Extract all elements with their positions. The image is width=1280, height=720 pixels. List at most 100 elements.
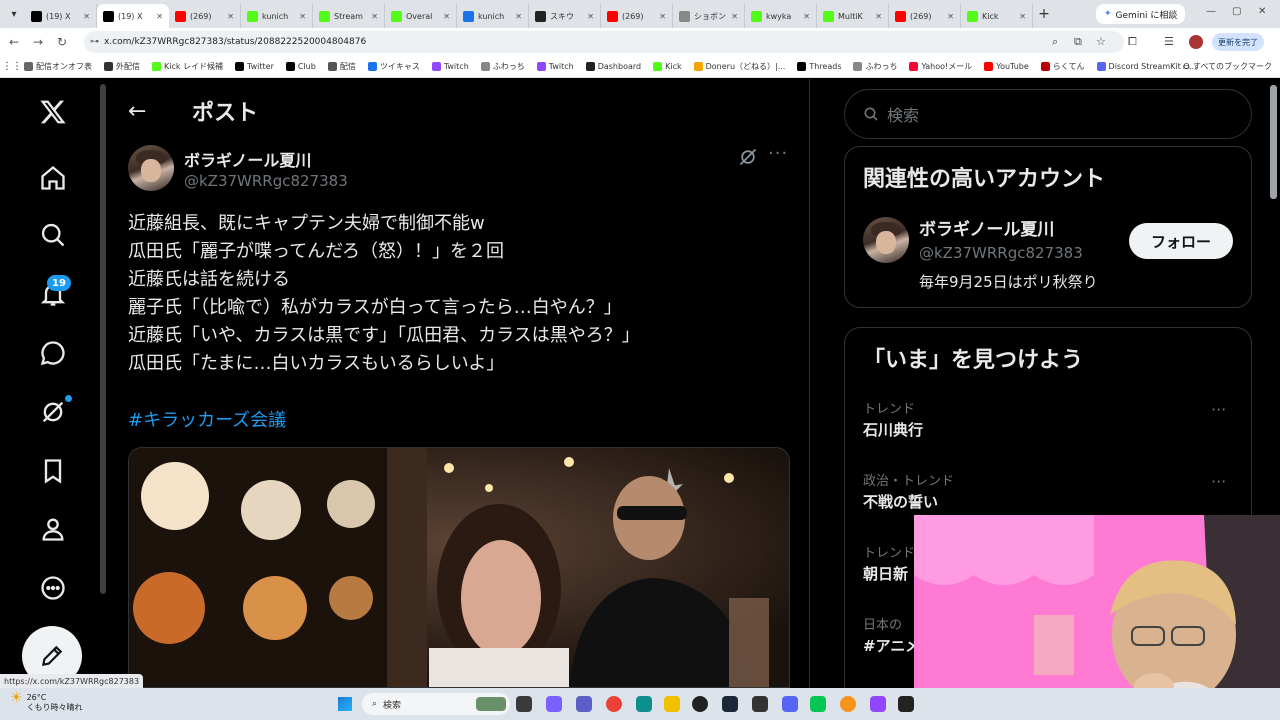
reload-icon[interactable]: ↻ [50,35,74,49]
maximize-icon[interactable]: ▢ [1232,6,1241,17]
edge-icon[interactable] [636,696,652,712]
steam-icon[interactable] [722,696,738,712]
bookmark-item[interactable]: Twitch [431,61,469,72]
browser-tab[interactable]: Overal ✕ [385,4,457,28]
tab-close-icon[interactable]: ✕ [803,12,810,21]
nav-scrollbar[interactable] [100,84,106,594]
teams-icon[interactable] [576,696,592,712]
apps-grid-icon[interactable]: ⋮⋮ [0,61,24,72]
account-name[interactable]: ボラギノール夏川 [919,215,1054,240]
messages-icon[interactable] [36,336,70,370]
app-icon[interactable] [840,696,856,712]
bookmark-item[interactable]: Twitter [235,61,274,72]
tab-close-icon[interactable]: ✕ [1019,12,1026,21]
taskbar-search[interactable]: ⌕ 検索 [362,693,510,715]
twitch-icon[interactable] [870,696,886,712]
browser-tab[interactable]: (19) X ✕ [97,4,169,28]
bookmarks-icon[interactable] [36,454,70,488]
trend-more-icon[interactable]: ··· [1211,472,1226,491]
tab-close-icon[interactable]: ✕ [947,12,954,21]
bookmark-item[interactable]: Kick [653,61,682,72]
browser-tab[interactable]: MultiK ✕ [817,4,889,28]
install-icon[interactable]: ⧉ [1074,35,1082,49]
app-icon[interactable] [752,696,768,712]
search-input[interactable]: 検索 [844,89,1252,139]
hashtag-link[interactable]: #キラッカーズ会議 [128,406,286,432]
author-avatar[interactable] [128,145,174,191]
trend-item[interactable]: トレンド 石川典行 [863,398,923,440]
zoom-icon[interactable]: ⌕ [1052,35,1058,49]
browser-tab[interactable]: kwyka ✕ [745,4,817,28]
trend-more-icon[interactable]: ··· [1211,400,1226,419]
tab-close-icon[interactable]: ✕ [371,12,378,21]
all-bookmarks-link[interactable]: ▭ すべてのブックマーク [1182,61,1272,72]
gemini-button[interactable]: ✦ Gemini に相談 [1096,4,1186,24]
site-info-icon[interactable]: ⊶ [90,37,99,47]
post-more-icon[interactable]: ··· [768,143,788,164]
browser-tab[interactable]: (19) X ✕ [25,4,97,28]
page-scrollbar[interactable] [1270,85,1277,199]
bookmark-item[interactable]: ふわっち [853,61,897,72]
trend-item[interactable]: 日本の #アニメ [863,614,920,656]
post-media-image[interactable] [128,447,790,688]
bookmark-item[interactable]: YouTube [984,61,1029,72]
browser-tab[interactable]: Stream ✕ [313,4,385,28]
windows-start-icon[interactable] [338,697,352,711]
bookmark-item[interactable]: Kick レイド候補 [152,61,223,72]
bookmark-item[interactable]: 配信 [327,61,356,72]
bookmark-item[interactable]: らくてん [1040,61,1085,72]
browser-tab[interactable]: (269) ✕ [889,4,961,28]
tab-close-icon[interactable]: ✕ [443,12,450,21]
browser-tab[interactable]: Kick ✕ [961,4,1033,28]
profile-avatar[interactable] [1189,35,1203,49]
chrome-icon[interactable] [606,696,622,712]
copilot-icon[interactable] [546,696,562,712]
extensions-icon[interactable]: ⧠ [1128,35,1137,49]
bookmark-item[interactable]: Club [285,61,316,72]
explorer-icon[interactable] [664,696,680,712]
line-icon[interactable] [810,696,826,712]
author-name[interactable]: ボラギノール夏川 [184,147,311,171]
bookmark-item[interactable]: Dashboard [585,61,641,72]
author-handle[interactable]: @kZ37WRRgc827383 [184,172,348,190]
account-handle[interactable]: @kZ37WRRgc827383 [919,244,1083,262]
back-nav-icon[interactable]: ← [2,35,26,49]
browser-tab[interactable]: kunich ✕ [457,4,529,28]
bookmark-item[interactable]: ツイキャス [367,61,420,72]
search-nav-icon[interactable] [36,218,70,252]
tab-close-icon[interactable]: ✕ [875,12,882,21]
tab-close-icon[interactable]: ✕ [83,12,90,21]
tab-search-icon[interactable]: ☰ [1164,35,1174,48]
browser-tab[interactable]: スキウ ✕ [529,4,601,28]
forward-nav-icon[interactable]: → [26,35,50,49]
app-icon[interactable] [898,696,914,712]
bookmark-item[interactable]: Doneru（どねる）|... [693,61,785,72]
more-icon[interactable] [36,571,70,605]
tab-search-button[interactable]: ▾ [3,3,25,25]
bookmark-item[interactable]: Threads [797,61,841,72]
profile-icon[interactable] [36,512,70,546]
trend-item[interactable]: 政治・トレンド 不戦の誓い [863,470,954,512]
account-avatar[interactable] [863,217,909,263]
browser-tab[interactable]: (269) ✕ [601,4,673,28]
close-window-icon[interactable]: ✕ [1258,6,1266,17]
home-icon[interactable] [36,161,70,195]
browser-tab[interactable]: (269) ✕ [169,4,241,28]
discord-icon[interactable] [782,696,798,712]
tab-close-icon[interactable]: ✕ [587,12,594,21]
weather-widget[interactable]: ☀ 26°C くもり時々晴れ [10,691,83,713]
bookmark-item[interactable]: 配信オンオフ表 [24,61,92,72]
bookmark-item[interactable]: Yahoo!メール [909,61,972,72]
tab-close-icon[interactable]: ✕ [156,12,163,21]
trend-item[interactable]: トレンド 朝日新 [863,542,915,584]
bookmark-star-icon[interactable]: ☆ [1096,35,1106,48]
tab-close-icon[interactable]: ✕ [299,12,306,21]
new-tab-button[interactable]: + [1033,6,1055,22]
x-logo-icon[interactable] [36,95,70,129]
back-arrow-icon[interactable]: ← [128,99,146,124]
browser-tab[interactable]: kunich ✕ [241,4,313,28]
follow-button[interactable]: フォロー [1129,223,1233,259]
browser-tab[interactable]: ショボン ✕ [673,4,745,28]
tab-close-icon[interactable]: ✕ [227,12,234,21]
obs-icon[interactable] [692,696,708,712]
